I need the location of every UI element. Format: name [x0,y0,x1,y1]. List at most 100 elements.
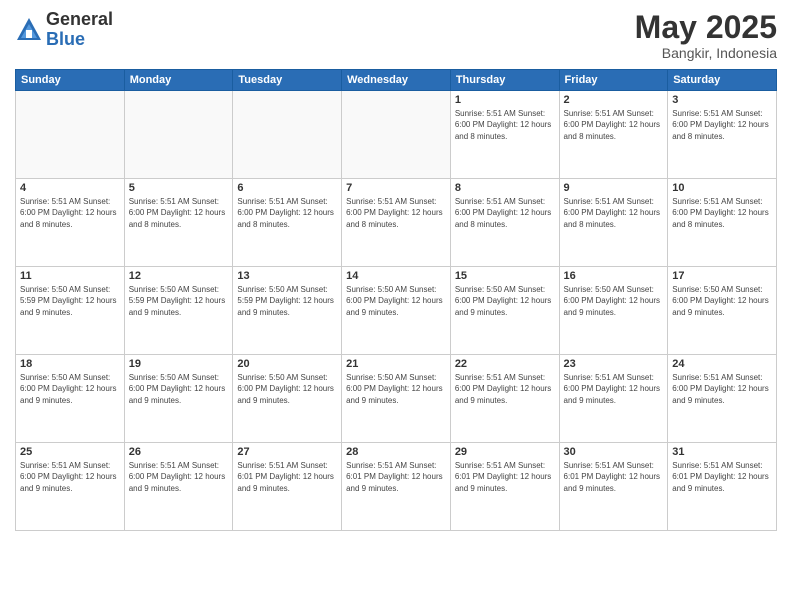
calendar-cell: 20 Sunrise: 5:50 AM Sunset: 6:00 PM Dayli… [233,355,342,443]
calendar-cell: 11Sunrise: 5:50 AM Sunset: 5:59 PM Dayli… [16,267,125,355]
day-info: Sunrise: 5:51 AM Sunset: 6:00 PM Dayligh… [237,196,337,230]
month-title: May 2025 [635,10,777,45]
calendar-cell [233,91,342,179]
calendar-cell [124,91,233,179]
logo-icon [15,16,43,44]
calendar-cell: 24 Sunrise: 5:51 AM Sunset: 6:00 PM Dayli… [668,355,777,443]
day-info: Sunrise: 5:50 AM Sunset: 6:00 PM Dayligh… [564,284,664,318]
calendar-table: Sunday Monday Tuesday Wednesday Thursday… [15,69,777,531]
day-info: Sunrise: 5:50 AM Sunset: 6:00 PM Dayligh… [20,372,120,406]
day-info: Sunrise: 5:51 AM Sunset: 6:00 PM Dayligh… [672,108,772,142]
calendar-cell: 14 Sunrise: 5:50 AM Sunset: 6:00 PM Dayli… [342,267,451,355]
calendar-cell: 4 Sunrise: 5:51 AM Sunset: 6:00 PM Daylig… [16,179,125,267]
day-info: Sunrise: 5:51 AM Sunset: 6:01 PM Dayligh… [346,460,446,494]
day-number: 22 [455,358,555,370]
day-info: Sunrise: 5:51 AM Sunset: 6:00 PM Dayligh… [564,108,664,142]
calendar-cell: 23 Sunrise: 5:51 AM Sunset: 6:00 PM Dayli… [559,355,668,443]
calendar-cell: 13Sunrise: 5:50 AM Sunset: 5:59 PM Dayli… [233,267,342,355]
day-info: Sunrise: 5:51 AM Sunset: 6:00 PM Dayligh… [20,460,120,494]
calendar-cell: 30 Sunrise: 5:51 AM Sunset: 6:01 PM Dayli… [559,443,668,531]
calendar-cell: 7 Sunrise: 5:51 AM Sunset: 6:00 PM Daylig… [342,179,451,267]
calendar-cell: 16Sunrise: 5:50 AM Sunset: 6:00 PM Dayli… [559,267,668,355]
calendar-cell: 22 Sunrise: 5:51 AM Sunset: 6:00 PM Dayli… [450,355,559,443]
day-number: 13 [237,270,337,282]
day-number: 8 [455,182,555,194]
day-info: Sunrise: 5:51 AM Sunset: 6:00 PM Dayligh… [672,196,772,230]
day-info: Sunrise: 5:51 AM Sunset: 6:00 PM Dayligh… [564,196,664,230]
day-info: Sunrise: 5:50 AM Sunset: 6:00 PM Dayligh… [346,284,446,318]
calendar-week-3: 18Sunrise: 5:50 AM Sunset: 6:00 PM Dayli… [16,355,777,443]
calendar-cell: 18Sunrise: 5:50 AM Sunset: 6:00 PM Dayli… [16,355,125,443]
calendar-cell: 10 Sunrise: 5:51 AM Sunset: 6:00 PM Dayli… [668,179,777,267]
day-info: Sunrise: 5:51 AM Sunset: 6:00 PM Dayligh… [129,196,229,230]
calendar-week-4: 25 Sunrise: 5:51 AM Sunset: 6:00 PM Dayli… [16,443,777,531]
calendar-cell: 25 Sunrise: 5:51 AM Sunset: 6:00 PM Dayli… [16,443,125,531]
day-number: 12 [129,270,229,282]
day-info: Sunrise: 5:50 AM Sunset: 6:00 PM Dayligh… [237,372,337,406]
calendar-cell: 17 Sunrise: 5:50 AM Sunset: 6:00 PM Dayli… [668,267,777,355]
day-number: 27 [237,446,337,458]
location: Bangkir, Indonesia [635,45,777,61]
day-number: 2 [564,94,664,106]
day-info: Sunrise: 5:51 AM Sunset: 6:01 PM Dayligh… [564,460,664,494]
calendar-cell: 19 Sunrise: 5:50 AM Sunset: 6:00 PM Dayli… [124,355,233,443]
day-info: Sunrise: 5:50 AM Sunset: 6:00 PM Dayligh… [672,284,772,318]
day-info: Sunrise: 5:51 AM Sunset: 6:00 PM Dayligh… [455,372,555,406]
day-info: Sunrise: 5:51 AM Sunset: 6:00 PM Dayligh… [672,372,772,406]
header-tuesday: Tuesday [233,70,342,91]
day-number: 3 [672,94,772,106]
day-info: Sunrise: 5:50 AM Sunset: 6:00 PM Dayligh… [455,284,555,318]
day-number: 29 [455,446,555,458]
calendar-cell: 29 Sunrise: 5:51 AM Sunset: 6:01 PM Dayli… [450,443,559,531]
calendar-cell [342,91,451,179]
header-wednesday: Wednesday [342,70,451,91]
calendar-header-row: Sunday Monday Tuesday Wednesday Thursday… [16,70,777,91]
day-number: 23 [564,358,664,370]
day-info: Sunrise: 5:51 AM Sunset: 6:00 PM Dayligh… [455,196,555,230]
header-saturday: Saturday [668,70,777,91]
day-info: Sunrise: 5:51 AM Sunset: 6:01 PM Dayligh… [455,460,555,494]
day-number: 9 [564,182,664,194]
calendar-cell: 5Sunrise: 5:51 AM Sunset: 6:00 PM Daylig… [124,179,233,267]
calendar-cell: 26Sunrise: 5:51 AM Sunset: 6:00 PM Dayli… [124,443,233,531]
day-number: 10 [672,182,772,194]
calendar-cell: 9 Sunrise: 5:51 AM Sunset: 6:00 PM Daylig… [559,179,668,267]
logo-general-text: General [46,10,113,30]
day-number: 26 [129,446,229,458]
header-sunday: Sunday [16,70,125,91]
day-info: Sunrise: 5:51 AM Sunset: 6:00 PM Dayligh… [346,196,446,230]
day-number: 17 [672,270,772,282]
calendar-cell: 27 Sunrise: 5:51 AM Sunset: 6:01 PM Dayli… [233,443,342,531]
calendar-cell: 6 Sunrise: 5:51 AM Sunset: 6:00 PM Daylig… [233,179,342,267]
calendar-week-2: 11Sunrise: 5:50 AM Sunset: 5:59 PM Dayli… [16,267,777,355]
day-info: Sunrise: 5:51 AM Sunset: 6:00 PM Dayligh… [455,108,555,142]
day-info: Sunrise: 5:51 AM Sunset: 6:00 PM Dayligh… [20,196,120,230]
calendar-cell: 21Sunrise: 5:50 AM Sunset: 6:00 PM Dayli… [342,355,451,443]
day-number: 20 [237,358,337,370]
day-number: 15 [455,270,555,282]
day-info: Sunrise: 5:50 AM Sunset: 6:00 PM Dayligh… [129,372,229,406]
day-info: Sunrise: 5:51 AM Sunset: 6:01 PM Dayligh… [237,460,337,494]
day-number: 7 [346,182,446,194]
day-number: 25 [20,446,120,458]
logo-blue-text: Blue [46,30,113,50]
day-number: 14 [346,270,446,282]
header-friday: Friday [559,70,668,91]
day-number: 24 [672,358,772,370]
day-number: 19 [129,358,229,370]
calendar-week-1: 4 Sunrise: 5:51 AM Sunset: 6:00 PM Daylig… [16,179,777,267]
calendar-cell: 2 Sunrise: 5:51 AM Sunset: 6:00 PM Daylig… [559,91,668,179]
day-number: 30 [564,446,664,458]
day-number: 21 [346,358,446,370]
calendar-cell [16,91,125,179]
day-info: Sunrise: 5:51 AM Sunset: 6:00 PM Dayligh… [564,372,664,406]
calendar-cell: 28Sunrise: 5:51 AM Sunset: 6:01 PM Dayli… [342,443,451,531]
calendar-cell: 31Sunrise: 5:51 AM Sunset: 6:01 PM Dayli… [668,443,777,531]
title-block: May 2025 Bangkir, Indonesia [635,10,777,61]
header: General Blue May 2025 Bangkir, Indonesia [15,10,777,61]
day-info: Sunrise: 5:50 AM Sunset: 5:59 PM Dayligh… [129,284,229,318]
day-number: 4 [20,182,120,194]
logo: General Blue [15,10,113,50]
calendar-cell: 3 Sunrise: 5:51 AM Sunset: 6:00 PM Daylig… [668,91,777,179]
day-number: 6 [237,182,337,194]
